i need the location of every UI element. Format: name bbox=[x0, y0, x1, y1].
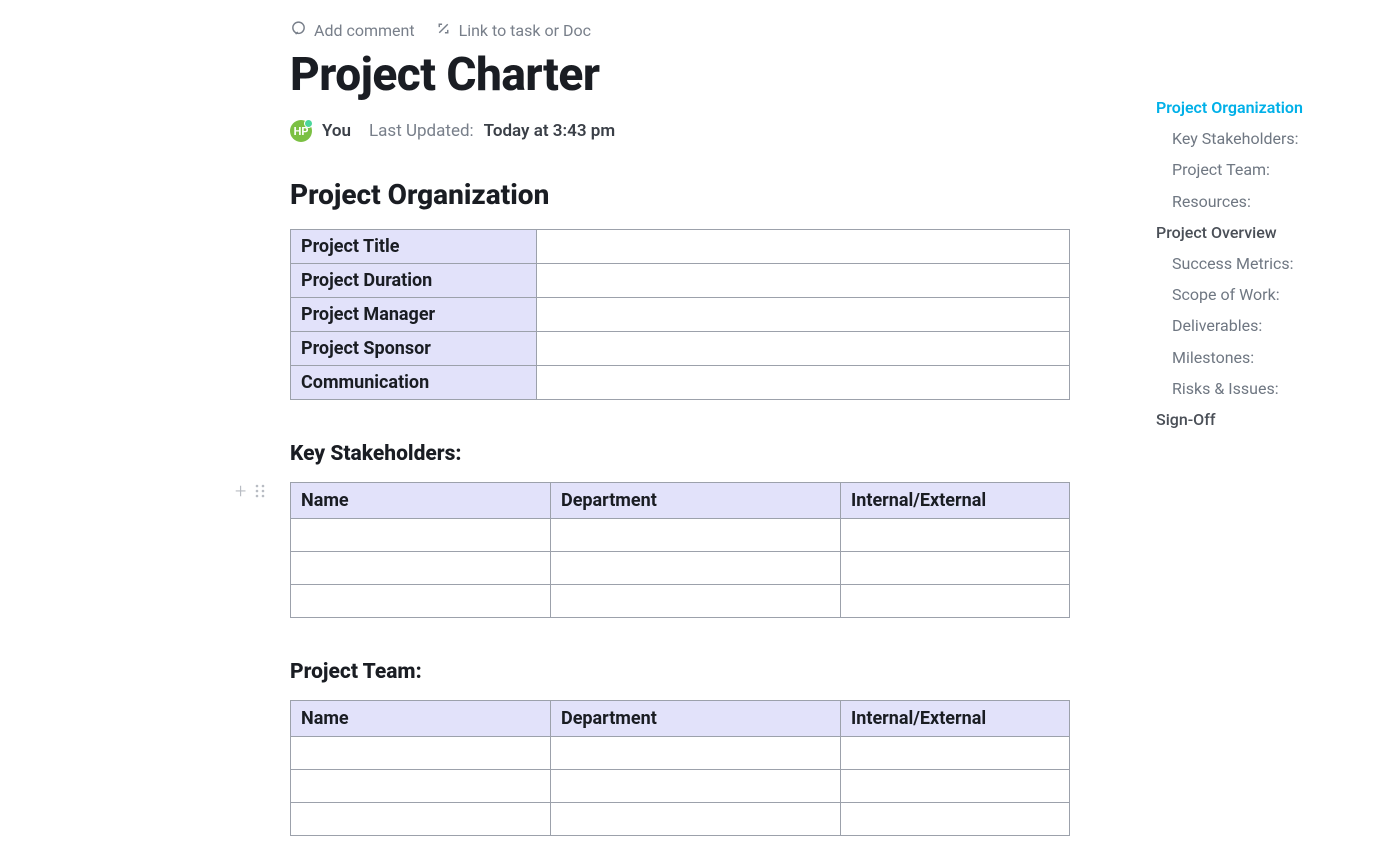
section-heading-team[interactable]: Project Team: bbox=[290, 660, 1070, 684]
column-header-department[interactable]: Department bbox=[551, 701, 841, 737]
author-label: You bbox=[322, 121, 351, 141]
link-icon bbox=[435, 20, 452, 41]
column-header-department[interactable]: Department bbox=[551, 483, 841, 519]
kv-value[interactable] bbox=[537, 230, 1070, 264]
doc-meta: HP You Last Updated: Today at 3:43 pm bbox=[290, 120, 1070, 142]
table-row: Project Title bbox=[291, 230, 1070, 264]
kv-value[interactable] bbox=[537, 298, 1070, 332]
outline-item-success-metrics[interactable]: Success Metrics: bbox=[1156, 248, 1386, 279]
kv-label[interactable]: Project Sponsor bbox=[291, 332, 537, 366]
outline-item-project-overview[interactable]: Project Overview bbox=[1156, 217, 1386, 248]
team-table[interactable]: Name Department Internal/External bbox=[290, 700, 1070, 836]
kv-label[interactable]: Project Title bbox=[291, 230, 537, 264]
outline-item-project-organization[interactable]: Project Organization bbox=[1156, 92, 1386, 123]
column-header-name[interactable]: Name bbox=[291, 701, 551, 737]
outline-item-risks-issues[interactable]: Risks & Issues: bbox=[1156, 373, 1386, 404]
section-heading-stakeholders[interactable]: Key Stakeholders: bbox=[290, 442, 1070, 466]
column-header-intext[interactable]: Internal/External bbox=[841, 701, 1070, 737]
stakeholders-table[interactable]: Name Department Internal/External bbox=[290, 482, 1070, 618]
outline-item-milestones[interactable]: Milestones: bbox=[1156, 342, 1386, 373]
table-row bbox=[291, 770, 1070, 803]
project-org-table[interactable]: Project Title Project Duration Project M… bbox=[290, 229, 1070, 400]
kv-value[interactable] bbox=[537, 264, 1070, 298]
column-header-intext[interactable]: Internal/External bbox=[841, 483, 1070, 519]
link-task-button[interactable]: Link to task or Doc bbox=[435, 20, 591, 41]
add-block-button[interactable]: + bbox=[235, 481, 246, 501]
document-body: Project Charter HP You Last Updated: Tod… bbox=[290, 48, 1070, 836]
table-row bbox=[291, 737, 1070, 770]
table-row: Communication bbox=[291, 366, 1070, 400]
add-comment-button[interactable]: Add comment bbox=[290, 20, 415, 41]
outline-item-resources[interactable]: Resources: bbox=[1156, 186, 1386, 217]
section-heading-project-organization[interactable]: Project Organization bbox=[290, 178, 1070, 211]
table-row: Project Duration bbox=[291, 264, 1070, 298]
drag-handle-icon[interactable] bbox=[254, 484, 266, 498]
kv-label[interactable]: Project Manager bbox=[291, 298, 537, 332]
kv-value[interactable] bbox=[537, 366, 1070, 400]
add-comment-label: Add comment bbox=[314, 21, 415, 40]
doc-toolbar: Add comment Link to task or Doc bbox=[290, 20, 591, 41]
kv-value[interactable] bbox=[537, 332, 1070, 366]
column-header-name[interactable]: Name bbox=[291, 483, 551, 519]
outline-item-signoff[interactable]: Sign-Off bbox=[1156, 404, 1386, 435]
page-title[interactable]: Project Charter bbox=[290, 48, 1070, 102]
outline-item-scope-of-work[interactable]: Scope of Work: bbox=[1156, 279, 1386, 310]
outline-item-project-team[interactable]: Project Team: bbox=[1156, 154, 1386, 185]
kv-label[interactable]: Communication bbox=[291, 366, 537, 400]
document-outline: Project Organization Key Stakeholders: P… bbox=[1156, 92, 1386, 435]
updated-value: Today at 3:43 pm bbox=[484, 121, 615, 141]
link-task-label: Link to task or Doc bbox=[459, 21, 591, 40]
table-row bbox=[291, 585, 1070, 618]
updated-label: Last Updated: bbox=[369, 121, 474, 141]
table-row: Project Manager bbox=[291, 298, 1070, 332]
table-row: Project Sponsor bbox=[291, 332, 1070, 366]
kv-label[interactable]: Project Duration bbox=[291, 264, 537, 298]
outline-item-deliverables[interactable]: Deliverables: bbox=[1156, 310, 1386, 341]
block-gutter: + bbox=[235, 481, 266, 501]
avatar[interactable]: HP bbox=[290, 120, 312, 142]
outline-item-key-stakeholders[interactable]: Key Stakeholders: bbox=[1156, 123, 1386, 154]
table-row bbox=[291, 803, 1070, 836]
table-row bbox=[291, 552, 1070, 585]
table-row bbox=[291, 519, 1070, 552]
comment-icon bbox=[290, 20, 307, 41]
